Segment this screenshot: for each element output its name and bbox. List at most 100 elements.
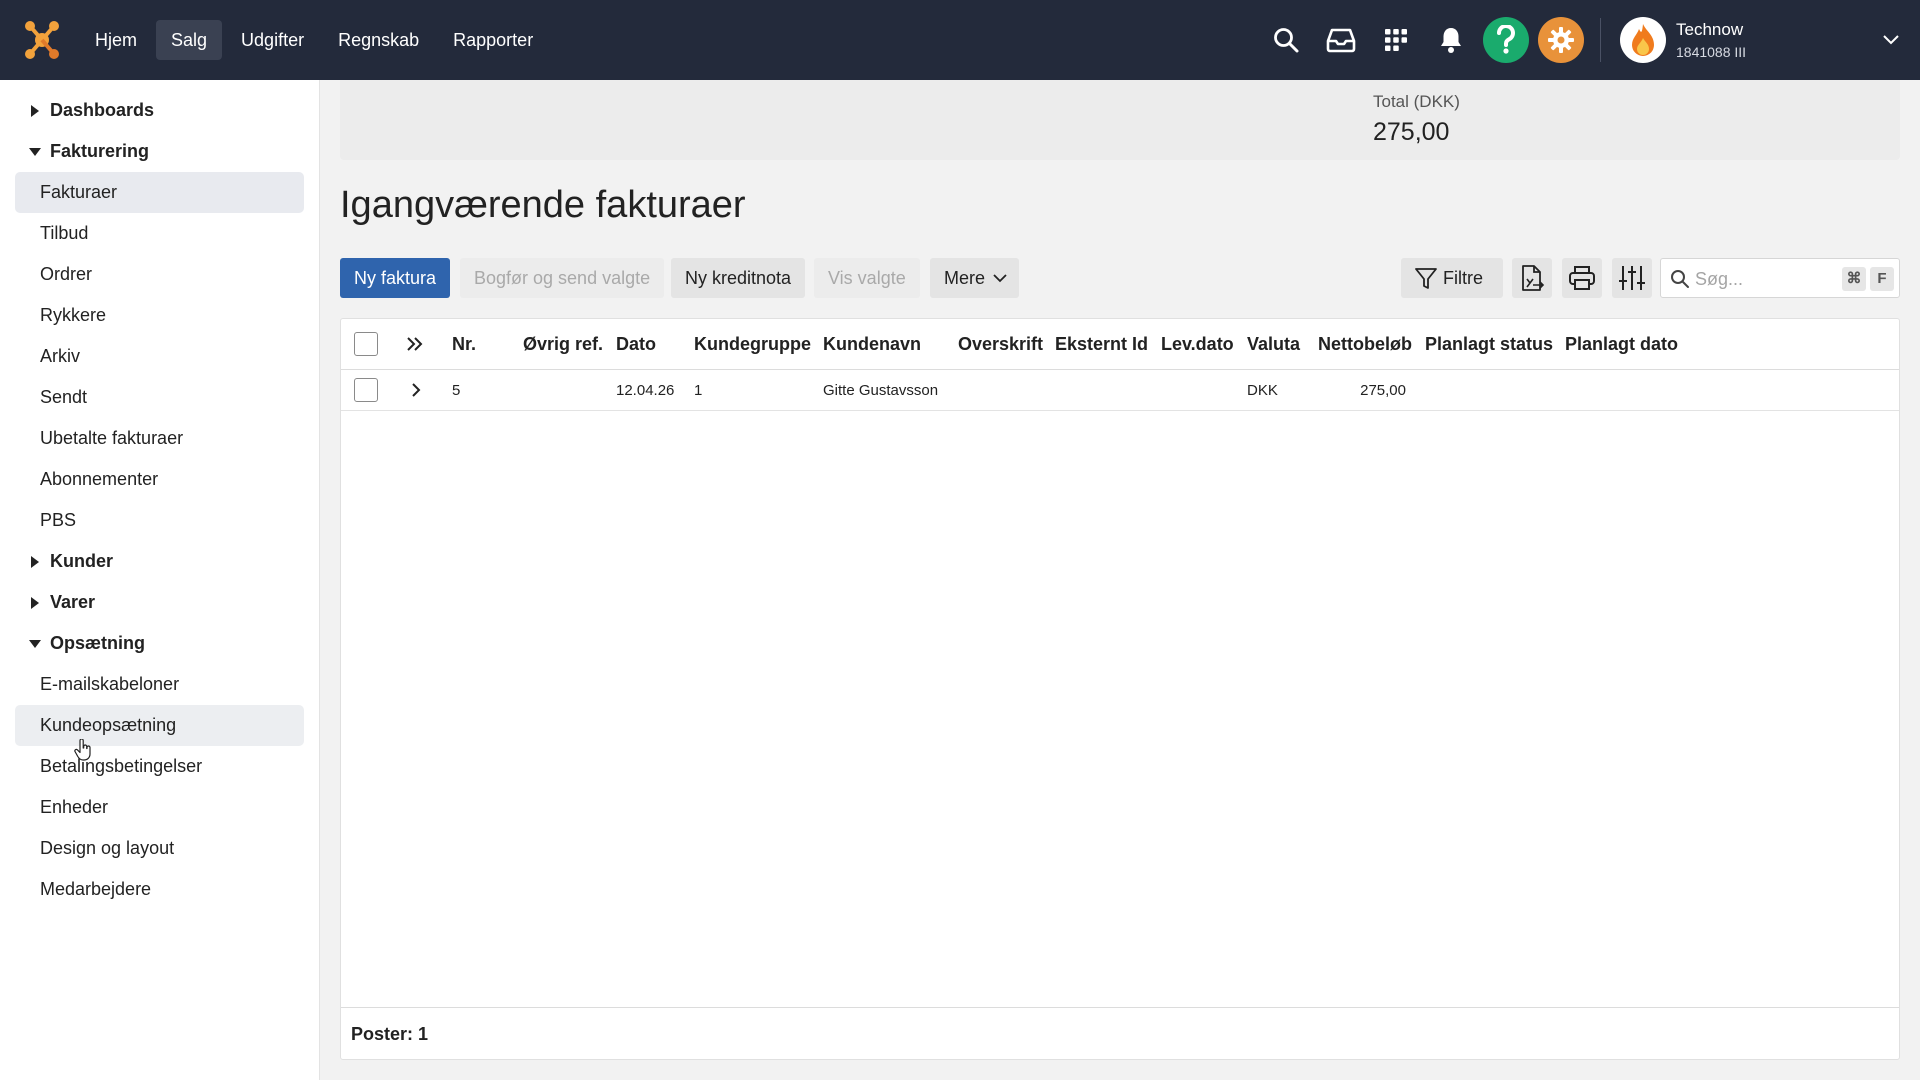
chevron-right-icon[interactable] <box>410 382 422 403</box>
caret-right-icon <box>26 555 44 569</box>
sidebar-item-arkiv[interactable]: Arkiv <box>15 336 304 377</box>
cell-nr: 5 <box>452 382 461 399</box>
sidebar-group-dashboards[interactable]: Dashboards <box>0 90 319 131</box>
sidebar-item-sendt[interactable]: Sendt <box>15 377 304 418</box>
gear-icon[interactable] <box>1537 16 1585 64</box>
book-and-send-button[interactable]: Bogfør og send valgte <box>460 258 665 298</box>
sidebar: Dashboards Fakturering Fakturaer Tilbud … <box>0 80 320 1080</box>
nav-udgifter[interactable]: Udgifter <box>226 20 319 60</box>
column-header-overskrift[interactable]: Overskrift <box>958 334 1043 355</box>
apps-grid-icon[interactable] <box>1372 16 1420 64</box>
sidebar-item-medarbejdere[interactable]: Medarbejdere <box>15 869 304 910</box>
sidebar-item-rykkere[interactable]: Rykkere <box>15 295 304 336</box>
column-header-planlagt-dato[interactable]: Planlagt dato <box>1565 334 1678 355</box>
nav-salg[interactable]: Salg <box>156 20 223 60</box>
expand-all-icon[interactable] <box>406 335 424 358</box>
top-icon-group <box>1262 16 1592 64</box>
row-checkbox[interactable] <box>354 378 378 402</box>
search-input[interactable] <box>1695 267 1835 291</box>
top-bar: Hjem Salg Udgifter Regnskab Rapporter Te… <box>0 0 1920 80</box>
record-count: Poster: 1 <box>351 1024 429 1044</box>
chevron-down-icon <box>993 258 1007 312</box>
sidebar-item-e-mailskabeloner[interactable]: E-mailskabeloner <box>15 664 304 705</box>
column-header-lev-dato[interactable]: Lev.dato <box>1161 334 1234 355</box>
main-nav: Hjem Salg Udgifter Regnskab Rapporter <box>80 20 552 60</box>
sidebar-group-fakturering[interactable]: Fakturering <box>0 131 319 172</box>
shortcut-f-key: F <box>1870 267 1894 291</box>
sidebar-item-enheder[interactable]: Enheder <box>15 787 304 828</box>
sidebar-group-label: Opsætning <box>50 633 145 653</box>
show-selected-button[interactable]: Vis valgte <box>814 258 920 298</box>
column-header-dato[interactable]: Dato <box>616 334 656 355</box>
filters-button[interactable]: Filtre <box>1401 258 1503 298</box>
topbar-divider <box>1600 18 1601 62</box>
app-logo-icon[interactable] <box>22 20 62 60</box>
sidebar-item-tilbud[interactable]: Tilbud <box>15 213 304 254</box>
sidebar-group-label: Kunder <box>50 551 113 571</box>
search-icon <box>1670 269 1690 294</box>
chevron-down-icon[interactable] <box>1882 30 1900 53</box>
inbox-icon[interactable] <box>1317 16 1365 64</box>
print-icon[interactable] <box>1562 258 1602 298</box>
new-credit-note-button[interactable]: Ny kreditnota <box>671 258 806 298</box>
hand-cursor-icon <box>74 738 92 766</box>
new-invoice-button[interactable]: Ny faktura <box>340 258 451 298</box>
filters-label: Filtre <box>1443 268 1483 288</box>
nav-rapporter[interactable]: Rapporter <box>438 20 548 60</box>
user-menu[interactable]: Technow 1841088 III <box>1620 16 1900 64</box>
sidebar-item-design-og-layout[interactable]: Design og layout <box>15 828 304 869</box>
cell-dato: 12.04.26 <box>616 382 675 399</box>
table-header: Nr. Øvrig ref. Dato Kundegruppe Kundenav… <box>341 319 1899 370</box>
export-icon[interactable] <box>1512 258 1552 298</box>
toolbar: Ny faktura Bogfør og send valgte Ny kred… <box>340 258 1900 298</box>
invoice-table: Nr. Øvrig ref. Dato Kundegruppe Kundenav… <box>340 318 1900 1060</box>
sidebar-group-opsaetning[interactable]: Opsætning <box>0 623 319 664</box>
caret-right-icon <box>26 596 44 610</box>
search-icon[interactable] <box>1262 16 1310 64</box>
sidebar-group-label: Dashboards <box>50 100 155 120</box>
column-header-eksternt-id[interactable]: Eksternt Id <box>1055 334 1148 355</box>
cell-valuta: DKK <box>1247 382 1278 399</box>
total-value: 275,00 <box>1373 118 1450 146</box>
nav-hjem[interactable]: Hjem <box>80 20 152 60</box>
column-header-nr[interactable]: Nr. <box>452 334 476 355</box>
sidebar-group-varer[interactable]: Varer <box>0 582 319 623</box>
shortcut-cmd-key: ⌘ <box>1842 267 1866 291</box>
total-label: Total (DKK) <box>1373 92 1460 111</box>
caret-right-icon <box>26 104 44 118</box>
sidebar-group-label: Varer <box>50 592 96 612</box>
table-row[interactable]: 5 12.04.26 1 Gitte Gustavsson DKK 275,00 <box>341 370 1899 411</box>
sidebar-item-betalingsbetingelser[interactable]: Betalingsbetingelser <box>15 746 304 787</box>
column-header-valuta[interactable]: Valuta <box>1247 334 1300 355</box>
cell-kundegruppe: 1 <box>694 382 703 399</box>
cell-nettobelob: 275,00 <box>1360 382 1406 399</box>
help-icon[interactable] <box>1482 16 1530 64</box>
page-title: Igangværende fakturaer <box>340 184 746 226</box>
more-button[interactable]: Mere <box>930 258 1020 298</box>
sidebar-group-kunder[interactable]: Kunder <box>0 541 319 582</box>
total-summary: Total (DKK) 275,00 <box>340 80 1900 160</box>
caret-down-icon <box>26 639 44 649</box>
bell-icon[interactable] <box>1427 16 1475 64</box>
sidebar-item-abonnementer[interactable]: Abonnementer <box>15 459 304 500</box>
more-label: Mere <box>944 268 986 288</box>
sidebar-item-pbs[interactable]: PBS <box>15 500 304 541</box>
nav-regnskab[interactable]: Regnskab <box>323 20 434 60</box>
filter-icon <box>1415 258 1437 312</box>
sidebar-item-fakturaer[interactable]: Fakturaer <box>15 172 304 213</box>
caret-down-icon <box>26 147 44 157</box>
column-header-planlagt-status[interactable]: Planlagt status <box>1425 334 1553 355</box>
column-header-nettobelob[interactable]: Nettobeløb <box>1318 334 1412 355</box>
sidebar-item-ubetalte-fakturaer[interactable]: Ubetalte fakturaer <box>15 418 304 459</box>
column-header-kundenavn[interactable]: Kundenavn <box>823 334 921 355</box>
column-settings-icon[interactable] <box>1612 258 1652 298</box>
main-content: Total (DKK) 275,00 Igangværende fakturae… <box>340 80 1900 1080</box>
column-header-ovrig-ref[interactable]: Øvrig ref. <box>523 334 603 355</box>
sidebar-group-label: Fakturering <box>50 141 150 161</box>
select-all-checkbox[interactable] <box>354 332 378 356</box>
column-header-kundegruppe[interactable]: Kundegruppe <box>694 334 811 355</box>
table-footer: Poster: 1 <box>341 1007 1899 1059</box>
sidebar-item-ordrer[interactable]: Ordrer <box>15 254 304 295</box>
sidebar-item-kundeopsaetning[interactable]: Kundeopsætning <box>15 705 304 746</box>
user-id: 1841088 III <box>1676 44 1747 60</box>
